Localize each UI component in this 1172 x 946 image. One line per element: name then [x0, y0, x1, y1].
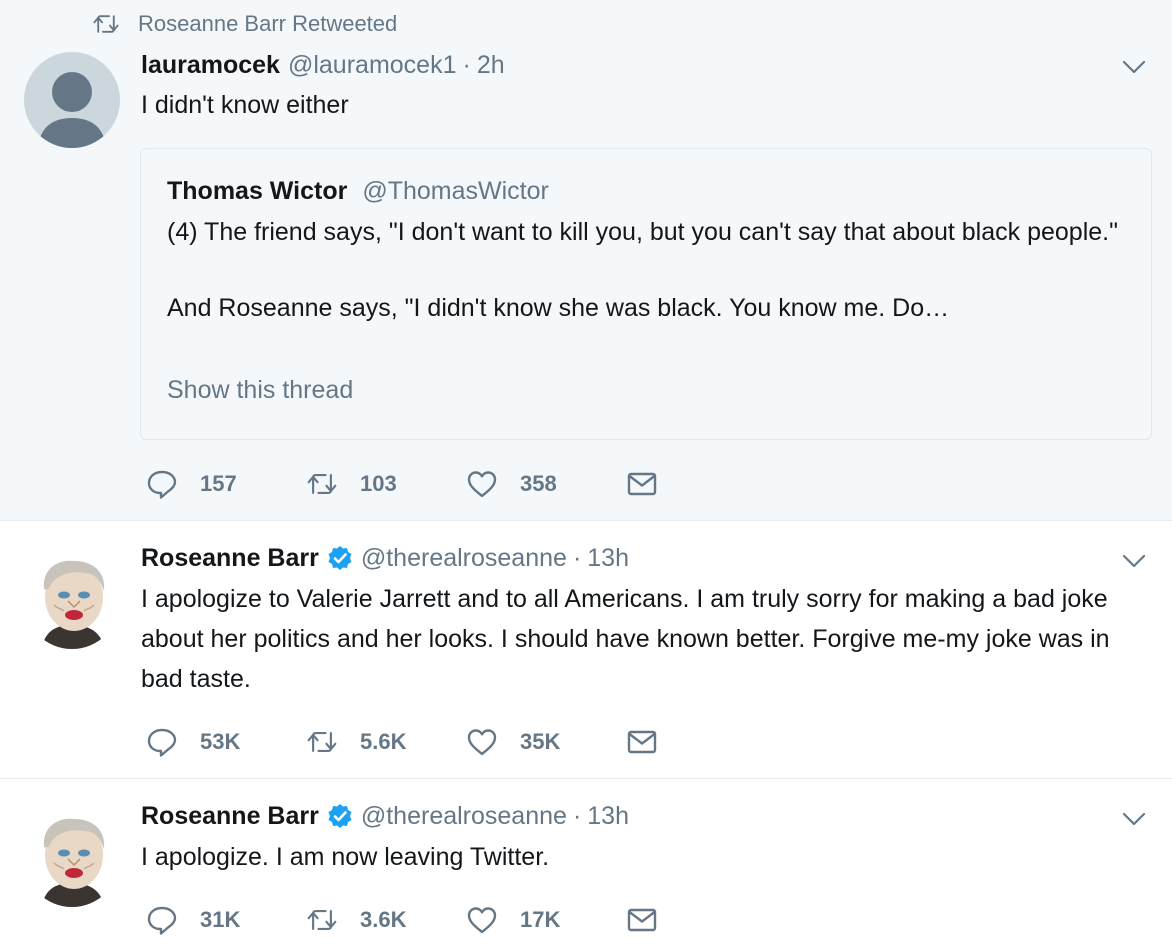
- tweet-actions: 157 103 358: [146, 466, 786, 502]
- direct-message-button[interactable]: [626, 469, 786, 499]
- reply-button[interactable]: 53K: [146, 727, 306, 757]
- timestamp[interactable]: 13h: [587, 544, 629, 573]
- like-button[interactable]: 35K: [466, 727, 626, 757]
- tweet-roseanne-apology[interactable]: Roseanne Barr @therealroseanne · 13h I a…: [0, 521, 1172, 779]
- envelope-icon: [626, 905, 658, 935]
- retweet-context: Roseanne Barr Retweeted: [92, 10, 397, 38]
- like-count: 35K: [520, 729, 561, 754]
- chevron-down-icon[interactable]: [1122, 60, 1146, 74]
- like-button[interactable]: 17K: [466, 905, 626, 935]
- user-handle[interactable]: @therealroseanne: [361, 544, 567, 573]
- separator: ·: [462, 50, 471, 79]
- heart-icon: [466, 727, 498, 757]
- like-count: 358: [520, 471, 557, 496]
- chevron-down-icon[interactable]: [1122, 554, 1146, 568]
- retweet-context-label: Roseanne Barr Retweeted: [138, 11, 398, 36]
- tweet-header: Roseanne Barr @therealroseanne · 13h: [141, 799, 629, 833]
- tweet-header: Roseanne Barr @therealroseanne · 13h: [141, 541, 629, 575]
- reply-icon: [146, 905, 178, 935]
- tweet-text: I apologize to Valerie Jarrett and to al…: [141, 585, 1110, 693]
- separator: ·: [572, 801, 582, 830]
- quoted-tweet[interactable]: Thomas Wictor @ThomasWictor (4) The frie…: [140, 148, 1152, 440]
- quoted-user-handle: @ThomasWictor: [362, 177, 549, 205]
- verified-badge-icon: [327, 545, 353, 571]
- quoted-display-name: Thomas Wictor: [167, 177, 348, 205]
- timestamp[interactable]: 2h: [477, 51, 505, 80]
- reply-count: 157: [200, 471, 237, 496]
- quoted-text-line: (4) The friend says, "I don't want to ki…: [167, 218, 1118, 246]
- retweet-button[interactable]: 5.6K: [306, 727, 466, 757]
- user-handle[interactable]: @lauramocek1: [288, 51, 457, 80]
- reply-button[interactable]: 157: [146, 469, 306, 499]
- quoted-tweet-text: (4) The friend says, "I don't want to ki…: [167, 213, 1127, 327]
- display-name[interactable]: Roseanne Barr: [141, 802, 319, 831]
- chevron-down-icon[interactable]: [1122, 812, 1146, 826]
- reply-icon: [146, 469, 178, 499]
- like-button[interactable]: 358: [466, 469, 626, 499]
- tweet-lauramocek[interactable]: Roseanne Barr Retweeted lauramocek @laur…: [0, 0, 1172, 521]
- avatar[interactable]: [24, 811, 120, 907]
- reply-button[interactable]: 31K: [146, 905, 306, 935]
- quoted-text-line: And Roseanne says, "I didn't know she wa…: [167, 294, 950, 322]
- retweet-button[interactable]: 3.6K: [306, 905, 466, 935]
- user-handle[interactable]: @therealroseanne: [361, 802, 567, 831]
- display-name[interactable]: Roseanne Barr: [141, 544, 319, 573]
- tweet-text: I apologize. I am now leaving Twitter.: [141, 843, 550, 871]
- tweet-text: I didn't know either: [141, 91, 349, 119]
- retweet-count: 5.6K: [360, 729, 407, 754]
- verified-badge-icon: [327, 803, 353, 829]
- heart-icon: [466, 905, 498, 935]
- like-count: 17K: [520, 907, 561, 932]
- heart-icon: [466, 469, 498, 499]
- retweet-icon: [92, 13, 120, 35]
- retweet-icon: [306, 727, 338, 757]
- display-name[interactable]: lauramocek: [141, 51, 280, 80]
- reply-count: 31K: [200, 907, 241, 932]
- avatar[interactable]: [24, 52, 120, 148]
- retweet-count: 3.6K: [360, 907, 407, 932]
- retweet-button[interactable]: 103: [306, 469, 466, 499]
- avatar[interactable]: [24, 553, 120, 649]
- direct-message-button[interactable]: [626, 905, 786, 935]
- retweet-icon: [306, 469, 338, 499]
- separator: ·: [572, 543, 582, 572]
- tweet-actions: 31K 3.6K 17K: [146, 902, 786, 938]
- retweet-count: 103: [360, 471, 397, 496]
- direct-message-button[interactable]: [626, 727, 786, 757]
- show-thread-link[interactable]: Show this thread: [167, 376, 353, 405]
- envelope-icon: [626, 469, 658, 499]
- tweet-actions: 53K 5.6K 35K: [146, 724, 786, 760]
- tweet-roseanne-leaving[interactable]: Roseanne Barr @therealroseanne · 13h I a…: [0, 779, 1172, 946]
- reply-count: 53K: [200, 729, 241, 754]
- envelope-icon: [626, 727, 658, 757]
- quoted-tweet-header: Thomas Wictor @ThomasWictor: [167, 177, 549, 206]
- retweet-icon: [306, 905, 338, 935]
- reply-icon: [146, 727, 178, 757]
- tweet-header: lauramocek @lauramocek1 · 2h: [141, 48, 505, 82]
- timestamp[interactable]: 13h: [587, 802, 629, 831]
